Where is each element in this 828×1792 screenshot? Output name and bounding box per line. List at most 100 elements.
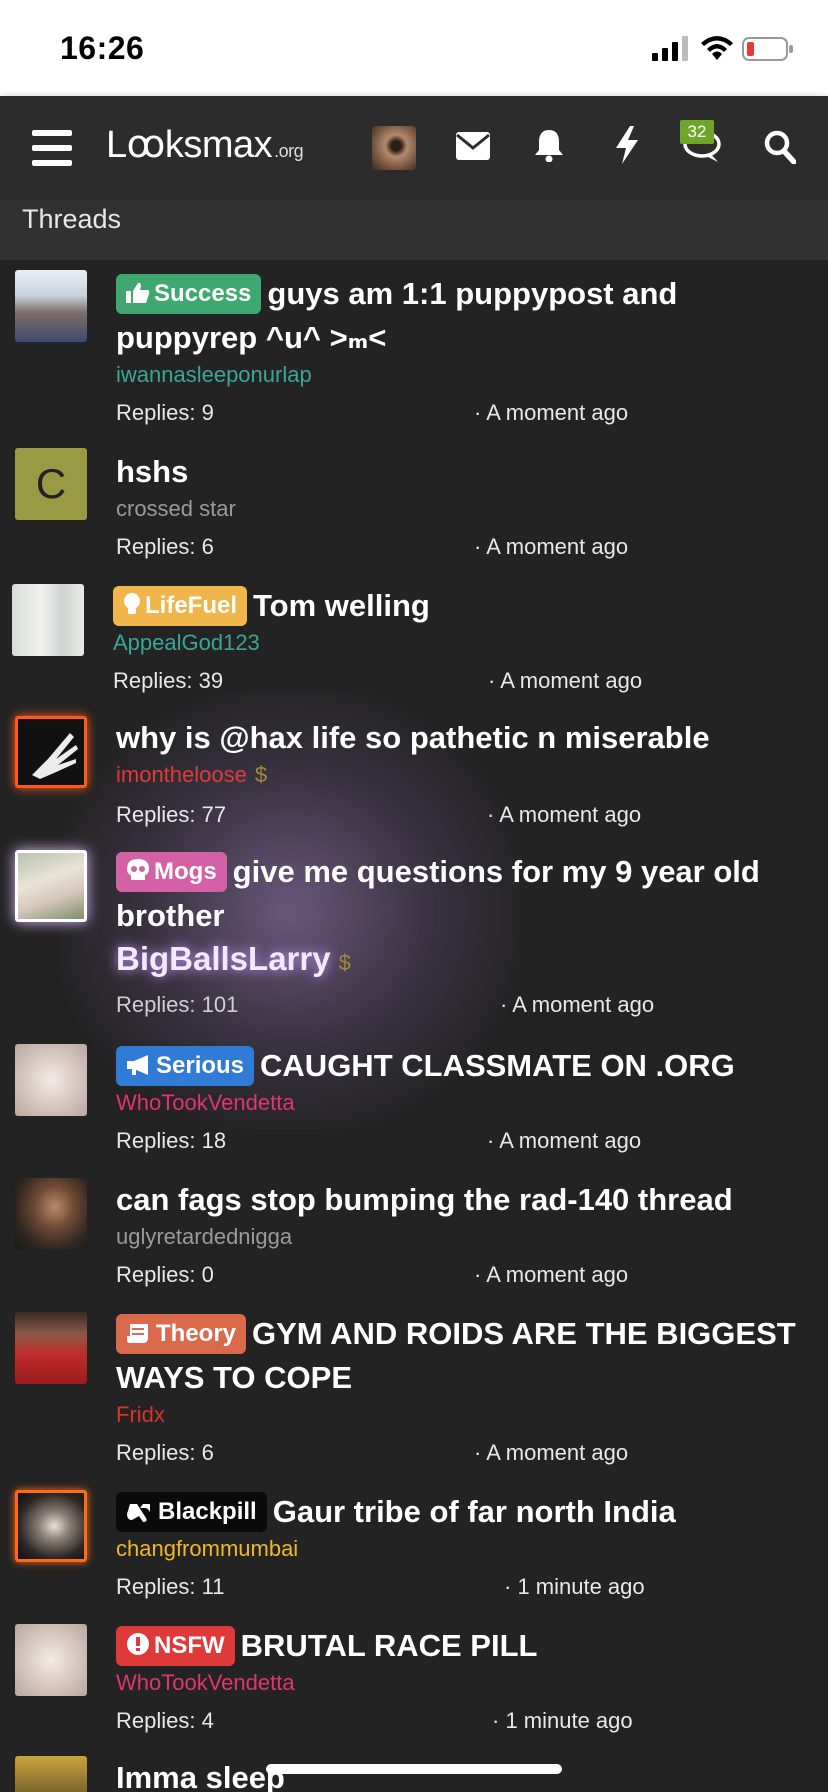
wifi-icon [701,36,733,60]
thread-item[interactable]: Mogs give me questions for my 9 year old … [0,844,828,1034]
thread-item[interactable]: NSFW BRUTAL RACE PILL WhoTookVendetta Rep… [0,1624,828,1748]
title-text: Gaur tribe of far north India [272,1494,676,1529]
search-icon[interactable] [764,130,796,164]
thread-title[interactable]: hshs [116,450,816,494]
prefix-label: NSFW [154,1632,225,1659]
donor-dollar-icon: $ [254,762,268,787]
threads-section-header: Threads [0,200,828,260]
thread-time: · A moment ago [500,992,655,1017]
thread-avatar[interactable] [15,1756,87,1792]
thread-replies: Replies: 9 [116,400,214,425]
thread-item[interactable]: LifeFuel Tom welling AppealGod123 Replies… [0,576,828,700]
thread-item[interactable]: why is @hax life so pathetic n miserable… [0,710,828,834]
author-name: imontheloose [116,762,247,787]
lightbulb-icon [124,593,140,614]
thread-avatar[interactable] [15,716,87,788]
thread-replies: Replies: 77 [116,802,227,827]
status-time: 16:26 [60,30,145,66]
thread-title[interactable]: Mogs give me questions for my 9 year old … [116,850,816,938]
thread-avatar[interactable] [15,1178,87,1250]
logo-suffix: .org [274,141,304,161]
cellular-signal-icon [652,36,688,61]
thread-replies: Replies: 6 [116,534,214,559]
thread-title[interactable]: why is @hax life so pathetic n miserable [116,716,816,760]
title-text: why is @hax life so pathetic n miserable [116,720,710,755]
thread-author[interactable]: crossed star [116,496,236,522]
thread-title[interactable]: Success guys am 1:1 puppypost and puppyre… [116,272,816,360]
thread-time: · A moment ago [474,1440,629,1465]
thread-title[interactable]: Blackpill Gaur tribe of far north India [116,1490,816,1534]
thread-replies: Replies: 18 [116,1128,227,1153]
section-title: Threads [22,204,122,234]
thread-title[interactable]: Serious CAUGHT CLASSMATE ON .ORG [116,1044,816,1088]
donor-dollar-icon: $ [338,950,351,975]
thread-author[interactable]: uglyretardednigga [116,1224,292,1250]
thread-author[interactable]: imontheloose $ [116,762,267,788]
thread-time: · A moment ago [487,1128,642,1153]
thread-title[interactable]: NSFW BRUTAL RACE PILL [116,1624,816,1668]
thread-item[interactable]: can fags stop bumping the rad-140 thread… [0,1178,828,1302]
thread-item[interactable]: Serious CAUGHT CLASSMATE ON .ORG WhoTookV… [0,1044,828,1168]
site-logo[interactable]: Lꝏksmax .org [106,122,304,167]
thread-author[interactable]: WhoTookVendetta [116,1090,295,1116]
user-avatar[interactable] [372,126,416,170]
bolt-icon[interactable] [614,126,640,164]
thread-title[interactable]: Theory GYM AND ROIDS ARE THE BIGGEST WAYS… [116,1312,816,1400]
thread-avatar[interactable] [15,1044,87,1116]
thread-author[interactable]: Fridx [116,1402,165,1428]
title-text: Imma sleep [116,1760,285,1792]
mail-icon[interactable] [456,132,490,160]
thread-avatar[interactable]: C [15,448,87,520]
chat-unread-badge: 32 [680,120,714,144]
thread-time: · A moment ago [474,1262,629,1287]
hand-image [32,733,78,779]
battery-icon [742,37,793,61]
thread-prefix: Success [116,274,262,314]
prefix-label: Success [154,280,252,307]
bell-icon[interactable] [533,128,565,162]
title-text: Tom welling [253,588,430,623]
thread-prefix: Blackpill [116,1492,267,1532]
author-name: BigBallsLarry [116,940,331,977]
home-indicator[interactable] [266,1764,562,1774]
thumbs-up-icon [126,282,150,303]
thread-prefix: NSFW [116,1626,235,1666]
thread-prefix: Theory [116,1314,247,1354]
thread-item[interactable]: Theory GYM AND ROIDS ARE THE BIGGEST WAYS… [0,1312,828,1482]
thread-avatar[interactable] [15,1490,87,1562]
thread-avatar[interactable] [15,1624,87,1696]
gamepad-icon [127,1504,150,1522]
prefix-label: Mogs [154,858,217,885]
thread-title[interactable]: can fags stop bumping the rad-140 thread [116,1178,816,1222]
avatar-letter: C [35,460,67,507]
thread-replies: Replies: 11 [116,1574,225,1599]
thread-avatar[interactable] [15,1312,87,1384]
thread-item[interactable]: Imma sleep [0,1756,828,1792]
thread-time: · A moment ago [474,534,629,559]
thread-avatar[interactable] [15,850,87,922]
thread-time: · A moment ago [487,802,642,827]
thread-prefix: Mogs [116,852,227,892]
thread-time: · 1 minute ago [504,1574,645,1599]
hamburger-menu-icon[interactable] [32,130,72,166]
thread-author[interactable]: WhoTookVendetta [116,1670,295,1696]
thread-author[interactable]: iwannasleeponurlap [116,362,312,388]
title-text: hshs [116,454,189,489]
thread-author[interactable]: changfrommumbai [116,1536,298,1562]
thread-item[interactable]: C hshs crossed star Replies: 6 · A momen… [0,442,828,566]
thread-avatar[interactable] [12,584,84,656]
thread-title[interactable]: Imma sleep [116,1756,816,1792]
thread-replies: Replies: 4 [116,1708,214,1733]
thread-item[interactable]: Blackpill Gaur tribe of far north India c… [0,1490,828,1614]
prefix-label: Blackpill [158,1498,257,1525]
thread-author[interactable]: AppealGod123 [113,630,260,656]
thread-time: · A moment ago [474,400,629,425]
thread-title[interactable]: LifeFuel Tom welling [113,584,813,628]
thread-avatar[interactable] [15,270,87,342]
thread-replies: Replies: 101 [116,992,239,1017]
megaphone-icon [127,1055,148,1075]
thread-replies: Replies: 39 [113,668,224,693]
thread-author[interactable]: BigBallsLarry $ [116,940,351,978]
status-bar: 16:26 [0,0,828,96]
thread-item[interactable]: Success guys am 1:1 puppypost and puppyre… [0,262,828,432]
